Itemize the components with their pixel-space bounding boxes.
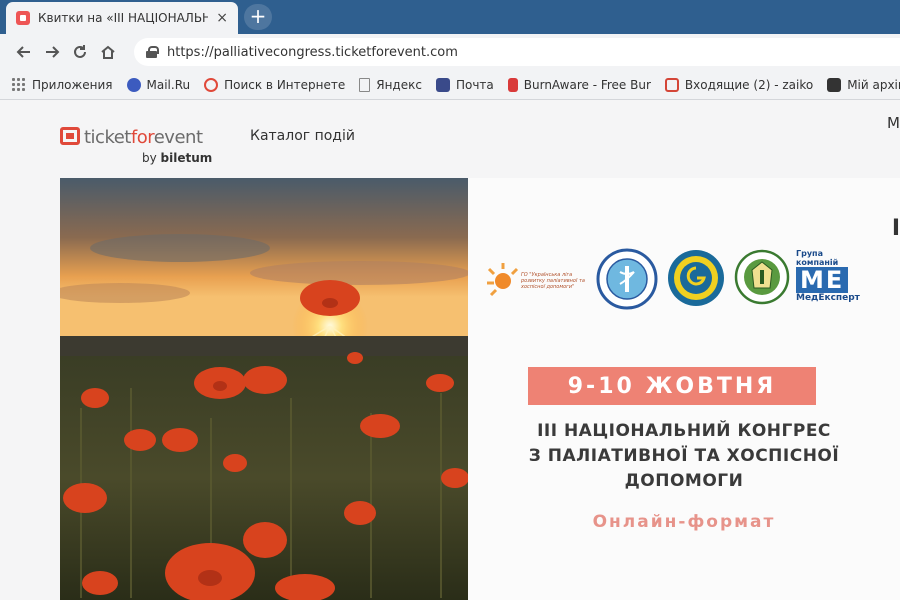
lock-icon xyxy=(146,46,159,58)
url-text: https://palliativecongress.ticketforeven… xyxy=(167,44,458,60)
ticket-logo-icon xyxy=(60,127,80,145)
address-bar[interactable]: https://palliativecongress.ticketforeven… xyxy=(134,38,900,66)
forward-icon[interactable] xyxy=(38,38,66,66)
bookmark-label: Мій архів ел xyxy=(847,77,900,92)
medexpert-mark-icon: МЕ xyxy=(796,267,849,293)
catalog-link[interactable]: Каталог подій xyxy=(250,128,355,144)
tab-close-icon[interactable]: × xyxy=(216,10,228,26)
bookmark-label: BurnAware - Free Bur xyxy=(523,77,651,92)
apps-icon xyxy=(12,77,26,92)
event-title-line-2: З ПАЛІАТИВНОЇ ТА ХОСПІСНОЇ xyxy=(528,446,840,466)
page-content: ticketforevent by biletum Каталог подій … xyxy=(0,100,900,600)
bookmark-archive[interactable]: Мій архів ел xyxy=(827,77,900,92)
home-icon[interactable] xyxy=(94,38,122,66)
bookmark-label: Поиск в Интернете xyxy=(224,77,346,92)
burnaware-icon xyxy=(507,77,518,92)
palliative-league-logo: ГО "Українська ліга розвитку паліативної… xyxy=(482,258,592,304)
bookmark-label: Приложения xyxy=(32,77,113,92)
browser-tab[interactable]: Квитки на «III НАЦІОНАЛЬНИЙ × xyxy=(6,2,238,34)
ticketforevent-logo[interactable]: ticketforevent by biletum xyxy=(60,125,220,169)
bookmarks-bar: Приложения Mail.Ru Поиск в Интернете Янд… xyxy=(0,70,900,100)
tab-strip: Квитки на «III НАЦІОНАЛЬНИЙ × + xyxy=(0,0,900,34)
page-icon xyxy=(359,77,371,92)
event-date-banner: 9-10 ЖОВТНЯ xyxy=(528,367,816,405)
event-title-line-1: III НАЦІОНАЛЬНИЙ КОНГРЕС xyxy=(537,421,831,441)
bookmark-yandex[interactable]: Яндекс xyxy=(359,77,422,92)
bookmark-label: Mail.Ru xyxy=(146,77,191,92)
bookmark-label: Почта xyxy=(455,77,494,92)
bookmark-label: Яндекс xyxy=(376,77,422,92)
back-icon[interactable] xyxy=(10,38,38,66)
new-tab-button[interactable]: + xyxy=(244,4,272,30)
logo-by-biletum: by biletum xyxy=(142,151,213,165)
bookmark-apps[interactable]: Приложения xyxy=(12,77,113,92)
browser-toolbar: https://palliativecongress.ticketforeven… xyxy=(0,34,900,70)
bookmark-gmail[interactable]: Входящие (2) - zaiko xyxy=(664,77,814,92)
logo-text: ticketforevent xyxy=(84,127,203,148)
mail-icon xyxy=(435,77,450,92)
gmail-icon xyxy=(664,77,679,92)
medexpert-group-text: Група компаній xyxy=(796,249,839,267)
reload-icon[interactable] xyxy=(66,38,94,66)
medical-university-seal-icon xyxy=(734,248,790,306)
search-icon xyxy=(204,77,219,92)
sun-hand-icon xyxy=(487,263,519,297)
bookmark-burnaware[interactable]: BurnAware - Free Bur xyxy=(507,77,651,92)
event-banner: ГО "Українська ліга розвитку паліативної… xyxy=(468,178,900,600)
medical-association-seal-icon xyxy=(596,248,658,310)
header-edge-text: M xyxy=(887,114,900,132)
bookmark-mailru[interactable]: Mail.Ru xyxy=(126,77,191,92)
event-title-line-3: ДОПОМОГИ xyxy=(624,471,744,491)
bookmark-search[interactable]: Поиск в Интернете xyxy=(204,77,346,92)
bookmark-pochta[interactable]: Почта xyxy=(435,77,494,92)
ticketforevent-favicon-icon xyxy=(16,11,30,25)
mailru-icon xyxy=(126,77,141,92)
bookmark-label: Входящие (2) - zaiko xyxy=(684,77,814,92)
event-format-label: Онлайн-формат xyxy=(592,512,776,532)
national-academy-seal-icon xyxy=(666,248,726,308)
archive-icon xyxy=(827,77,842,92)
medexpert-logo: Група компаній МЕ МедЕксперт xyxy=(796,248,866,304)
edge-letter: I xyxy=(891,216,900,241)
tab-title: Квитки на «III НАЦІОНАЛЬНИЙ xyxy=(38,11,209,25)
palliative-league-text: ГО "Українська ліга розвитку паліативної… xyxy=(521,272,585,290)
medexpert-name-text: МедЕксперт xyxy=(796,293,860,303)
poppy-field-image xyxy=(60,178,468,600)
